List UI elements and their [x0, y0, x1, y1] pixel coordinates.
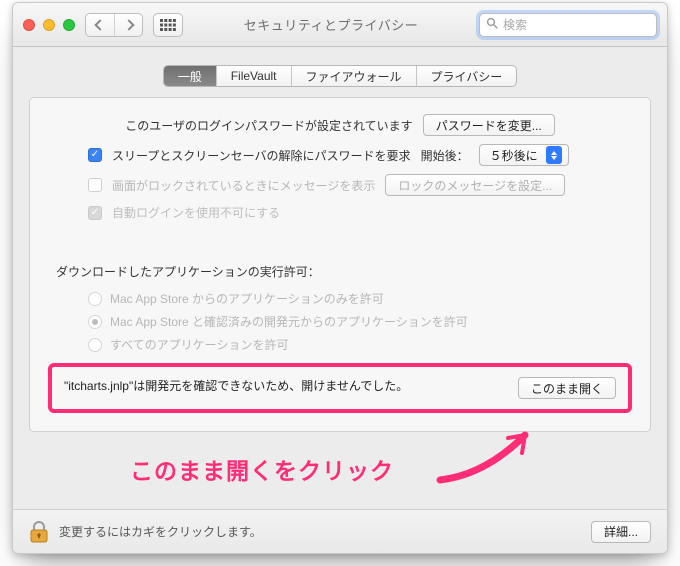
- chevron-right-icon: [123, 19, 134, 30]
- show-all-button[interactable]: [153, 13, 183, 37]
- radio-icon: [88, 338, 102, 352]
- tab-privacy[interactable]: プライバシー: [416, 66, 517, 86]
- nav-back-button[interactable]: [86, 14, 114, 36]
- grid-icon: [160, 19, 176, 31]
- tabs-row: 一般 FileVault ファイアウォール プライバシー: [13, 47, 667, 97]
- login-password-label: このユーザのログインパスワードが設定されています: [125, 117, 412, 134]
- disable-autologin-checkbox[interactable]: ✓: [88, 206, 102, 220]
- content-panel: このユーザのログインパスワードが設定されています パスワードを変更... ✓ ス…: [29, 97, 651, 432]
- tab-general[interactable]: 一般: [164, 66, 216, 86]
- minimize-icon[interactable]: [43, 19, 55, 31]
- gk-option-appstore[interactable]: Mac App Store からのアプリケーションのみを許可: [88, 290, 632, 307]
- lock-icon[interactable]: [29, 520, 49, 544]
- gatekeeper-blocked-message: "itcharts.jnlp"は開発元を確認できないため、開けませんでした。: [64, 377, 506, 396]
- change-password-button[interactable]: パスワードを変更...: [423, 114, 555, 136]
- lock-text: 変更するにはカギをクリックします。: [59, 523, 262, 540]
- gatekeeper-blocked-box: "itcharts.jnlp"は開発元を確認できないため、開けませんでした。 こ…: [48, 363, 632, 413]
- after-label: 開始後：: [421, 147, 469, 164]
- login-password-row: このユーザのログインパスワードが設定されています パスワードを変更...: [48, 114, 632, 136]
- gk-option-anywhere[interactable]: すべてのアプリケーションを許可: [88, 336, 632, 353]
- close-icon[interactable]: [23, 19, 35, 31]
- chevron-left-icon: [94, 19, 105, 30]
- require-password-checkbox[interactable]: ✓: [88, 148, 102, 162]
- titlebar: セキュリティとプライバシー: [13, 3, 667, 47]
- tab-filevault[interactable]: FileVault: [216, 66, 291, 86]
- disable-autologin-row: ✓ 自動ログインを使用不可にする: [48, 204, 632, 221]
- require-password-label: スリープとスクリーンセーバの解除にパスワードを要求: [112, 147, 411, 164]
- radio-icon: [88, 315, 102, 329]
- tab-firewall[interactable]: ファイアウォール: [291, 66, 416, 86]
- open-anyway-button[interactable]: このまま開く: [518, 377, 616, 399]
- window-title: セキュリティとプライバシー: [193, 15, 469, 34]
- gk-option-anywhere-label: すべてのアプリケーションを許可: [110, 336, 288, 353]
- search-field[interactable]: [479, 13, 657, 37]
- disable-autologin-label: 自動ログインを使用不可にする: [112, 204, 280, 221]
- zoom-icon[interactable]: [63, 19, 75, 31]
- radio-icon: [88, 292, 102, 306]
- tabs: 一般 FileVault ファイアウォール プライバシー: [163, 65, 518, 87]
- delay-select-value: ５秒後に: [490, 147, 538, 164]
- gk-option-identified[interactable]: Mac App Store と確認済みの開発元からのアプリケーションを許可: [88, 313, 632, 330]
- require-password-row: ✓ スリープとスクリーンセーバの解除にパスワードを要求 開始後： ５秒後に: [48, 144, 632, 166]
- show-lock-message-label: 画面がロックされているときにメッセージを表示: [112, 177, 375, 194]
- nav-back-forward: [85, 13, 143, 37]
- gk-option-identified-label: Mac App Store と確認済みの開発元からのアプリケーションを許可: [110, 313, 468, 330]
- preferences-window: セキュリティとプライバシー 一般 FileVault ファイアウォール プライバ…: [12, 2, 668, 554]
- gatekeeper-options: Mac App Store からのアプリケーションのみを許可 Mac App S…: [48, 290, 632, 353]
- gatekeeper-title: ダウンロードしたアプリケーションの実行許可：: [48, 263, 632, 280]
- traffic-lights: [23, 19, 75, 31]
- show-lock-message-checkbox[interactable]: [88, 178, 102, 192]
- delay-select[interactable]: ５秒後に: [479, 144, 569, 166]
- search-icon: [486, 17, 498, 32]
- lock-message-row: 画面がロックされているときにメッセージを表示 ロックのメッセージを設定...: [48, 174, 632, 196]
- footer: 変更するにはカギをクリックします。 詳細...: [13, 509, 667, 553]
- gk-option-appstore-label: Mac App Store からのアプリケーションのみを許可: [110, 290, 384, 307]
- stepper-icon: [546, 146, 562, 164]
- set-lock-message-button[interactable]: ロックのメッセージを設定...: [385, 174, 565, 196]
- advanced-button[interactable]: 詳細...: [591, 521, 651, 543]
- search-input[interactable]: [503, 18, 650, 32]
- nav-forward-button[interactable]: [114, 14, 142, 36]
